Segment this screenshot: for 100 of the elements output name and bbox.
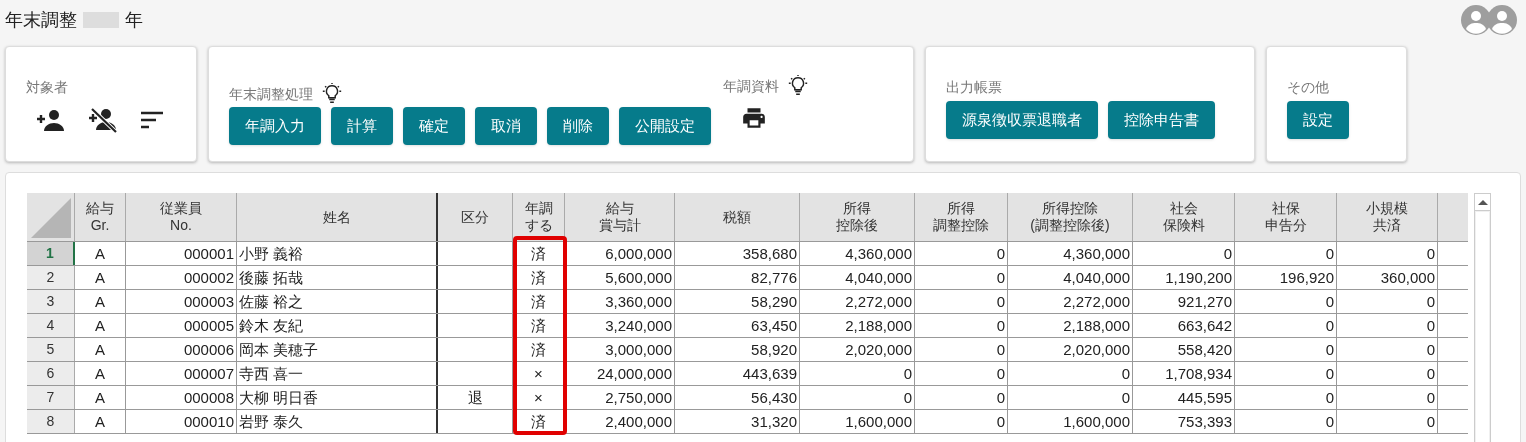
column-header-text: No. — [170, 217, 192, 234]
column-header-text: 給与 — [605, 200, 634, 217]
table-cell: 済 — [531, 317, 546, 334]
table-cell: 0 — [903, 389, 912, 406]
table-cell: A — [95, 389, 105, 406]
add-person-icon[interactable] — [36, 108, 66, 132]
scrollbar[interactable] — [1474, 193, 1491, 442]
table-cell: 0 — [1121, 365, 1130, 382]
table-cell: 0 — [996, 293, 1005, 310]
table-cell: 4,360,000 — [845, 245, 912, 262]
column-header-text: 年調 — [524, 200, 553, 217]
group-label: 出力帳票 — [946, 79, 1002, 95]
table-cell: 358,680 — [742, 245, 797, 262]
table-cell: 196,920 — [1279, 269, 1334, 286]
column-header-text: 従業員 — [160, 200, 202, 217]
remove-person-icon[interactable] — [88, 107, 118, 133]
group-label: 年調資料 — [723, 76, 779, 96]
action-button[interactable]: 年調入力 — [229, 107, 321, 145]
action-button[interactable]: 確定 — [403, 107, 465, 145]
table-cell: 663,642 — [1177, 317, 1232, 334]
table-cell: 済 — [531, 245, 546, 262]
column-header-text: する — [524, 217, 553, 234]
row-header[interactable]: 7 — [27, 386, 75, 409]
action-button[interactable]: 取消 — [475, 107, 537, 145]
table-cell: 0 — [903, 365, 912, 382]
action-button[interactable]: 源泉徴収票退職者 — [946, 101, 1098, 139]
table-cell: 63,450 — [751, 317, 797, 334]
table-cell: 0 — [1426, 317, 1435, 334]
table-cell: 2,400,000 — [605, 413, 672, 430]
table-cell: A — [95, 269, 105, 286]
table-cell: 0 — [1325, 413, 1334, 430]
action-button[interactable]: 公開設定 — [619, 107, 711, 145]
row-header[interactable]: 2 — [27, 266, 75, 289]
action-button[interactable]: 控除申告書 — [1108, 101, 1215, 139]
table-cell: 0 — [1325, 389, 1334, 406]
row-header[interactable]: 3 — [27, 290, 75, 313]
table-cell: 0 — [996, 365, 1005, 382]
column-header-text: 調整控除 — [933, 217, 989, 234]
table-cell: 558,420 — [1177, 341, 1232, 358]
table-cell: A — [95, 293, 105, 310]
column-header-text: 社会 — [1169, 200, 1198, 217]
table-cell: 360,000 — [1380, 269, 1435, 286]
table-cell: 000003 — [183, 293, 234, 310]
table-cell: 4,040,000 — [1063, 269, 1130, 286]
column-header-text: (調整控除後) — [1030, 217, 1110, 234]
table-cell: 0 — [1426, 365, 1435, 382]
table-cell: 000007 — [183, 365, 234, 382]
column-header-text: 区分 — [461, 208, 489, 226]
table-cell: 2,750,000 — [605, 389, 672, 406]
scroll-up-icon[interactable] — [1477, 199, 1488, 205]
sort-icon[interactable] — [140, 110, 164, 130]
table-cell: 4,360,000 — [1063, 245, 1130, 262]
table-cell: 82,776 — [751, 269, 797, 286]
table-cell: 0 — [1325, 341, 1334, 358]
table-cell: 4,040,000 — [845, 269, 912, 286]
action-button[interactable]: 設定 — [1287, 101, 1349, 139]
table-cell: 24,000,000 — [596, 365, 672, 382]
column-header-text: 社保 — [1271, 200, 1300, 217]
table-cell: 0 — [1426, 389, 1435, 406]
table-cell: 0 — [1121, 389, 1130, 406]
column-header-text: 所得 — [947, 200, 975, 217]
table-cell: A — [95, 365, 105, 382]
table-cell: 岡本 美穂子 — [239, 341, 319, 358]
table-cell: A — [95, 341, 105, 358]
group-label: 年末調整処理 — [229, 84, 313, 104]
group-label: その他 — [1287, 79, 1329, 95]
row-header[interactable]: 4 — [27, 314, 75, 337]
page-title: 年末調整 — [5, 8, 77, 32]
table-cell: 小野 義裕 — [239, 245, 304, 262]
row-header[interactable]: 1 — [27, 242, 75, 265]
table-cell: 31,320 — [751, 413, 797, 430]
action-button[interactable]: 削除 — [547, 107, 609, 145]
row-header[interactable]: 8 — [27, 410, 75, 433]
column-header-text: 申告分 — [1264, 217, 1307, 234]
row-header[interactable]: 5 — [27, 338, 75, 361]
table-cell: 2,020,000 — [1063, 341, 1130, 358]
table-cell: 921,270 — [1177, 293, 1232, 310]
table-cell: 0 — [1223, 245, 1232, 262]
column-header-text: 所得 — [843, 200, 871, 217]
avatar-icon[interactable] — [1461, 5, 1491, 35]
printer-icon[interactable] — [740, 105, 768, 131]
table-cell: 済 — [531, 413, 546, 430]
table-cell: 2,272,000 — [1063, 293, 1130, 310]
table-cell: 0 — [996, 245, 1005, 262]
table-cell: 5,600,000 — [605, 269, 672, 286]
table-cell: 後藤 拓哉 — [239, 269, 304, 286]
table-cell: 000010 — [183, 413, 234, 430]
table-cell: 0 — [1325, 293, 1334, 310]
table-cell: 済 — [531, 293, 546, 310]
column-header-text: 控除後 — [836, 217, 878, 234]
table-cell: 2,188,000 — [1063, 317, 1130, 334]
table-cell: × — [534, 365, 543, 382]
avatar-icon[interactable] — [1487, 5, 1517, 35]
row-header[interactable]: 6 — [27, 362, 75, 385]
column-header-text: 賞与計 — [598, 217, 641, 234]
table-cell: 1,600,000 — [845, 413, 912, 430]
table-cell: 2,188,000 — [845, 317, 912, 334]
column-header-text: 共済 — [1373, 217, 1401, 234]
action-button[interactable]: 計算 — [331, 107, 393, 145]
table-cell: 443,639 — [742, 365, 797, 382]
